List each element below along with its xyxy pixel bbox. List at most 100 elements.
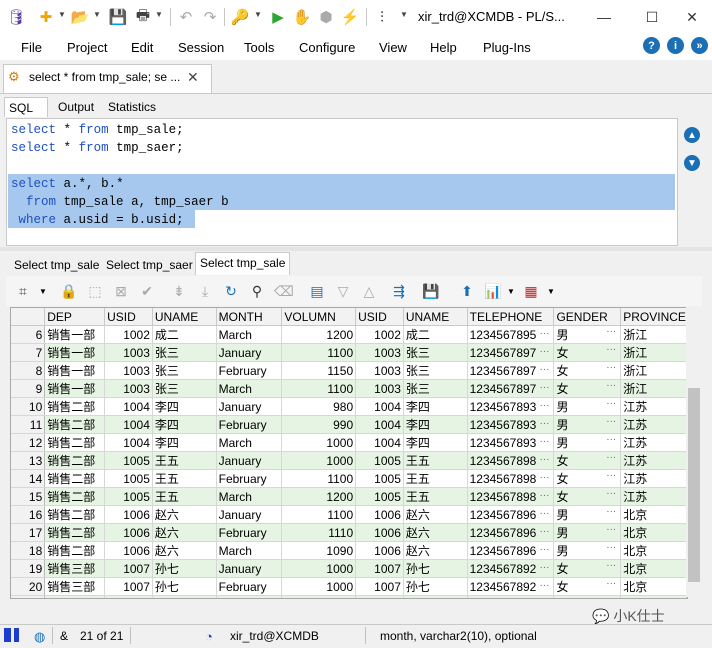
minimize-button[interactable]: — [590, 6, 618, 28]
table-cell[interactable]: 1100 [281, 505, 357, 524]
table-cell[interactable]: 孙七 [403, 595, 468, 598]
table-cell[interactable]: February [216, 523, 283, 542]
table-cell[interactable]: ··· 1234567893 [467, 433, 555, 452]
menu-plug-ins[interactable]: Plug-Ins [483, 40, 531, 55]
tab-statistics[interactable]: Statistics [104, 97, 160, 117]
table-cell[interactable]: March [216, 379, 283, 398]
cell-menu-dots[interactable]: ··· [606, 560, 618, 571]
table-cell[interactable]: 销售二部 [44, 469, 106, 488]
redo-icon[interactable]: ↷ [200, 7, 220, 27]
table-cell[interactable]: 孙七 [403, 559, 468, 578]
table-cell[interactable]: 1007 [355, 559, 404, 578]
table-cell[interactable]: March [216, 541, 283, 560]
table-cell[interactable]: 1005 [355, 469, 404, 488]
arrow-up-icon[interactable]: ▲ [684, 127, 700, 143]
table-cell[interactable]: 1006 [104, 505, 153, 524]
table-cell[interactable]: 北京 [620, 523, 687, 542]
table-cell[interactable]: 销售一部 [44, 379, 106, 398]
table-cell[interactable]: February [216, 469, 283, 488]
table-cell[interactable]: ··· 男 [553, 505, 622, 524]
column-header[interactable]: USID [355, 308, 404, 326]
table-row[interactable]: 12 销售二部 1004 李四 March 1000 1004 李四 ··· 1234567893… [11, 433, 687, 452]
table-cell[interactable]: 北京 [620, 595, 687, 598]
insert-record-icon[interactable]: ⬚ [86, 283, 104, 300]
menu-project[interactable]: Project [67, 40, 107, 55]
table-cell[interactable]: 1000 [281, 433, 357, 452]
cell-menu-dots[interactable]: ··· [606, 326, 618, 337]
chevron-down-icon[interactable]: ▼ [93, 10, 101, 19]
table-cell[interactable]: January [216, 505, 283, 524]
table-row[interactable]: 11 销售二部 1004 李四 February 990 1004 李四 ··· 12345678… [11, 415, 687, 434]
table-cell[interactable]: 1004 [104, 415, 153, 434]
table-row[interactable]: 7 销售一部 1003 张三 January 1100 1003 张三 ··· 123456789… [11, 343, 687, 362]
table-cell[interactable]: 李四 [403, 397, 468, 416]
cell-menu-dots[interactable]: ··· [606, 344, 618, 355]
settings-sliders-icon[interactable]: ⫶ [372, 7, 392, 27]
cell-menu-dots[interactable]: ··· [539, 418, 551, 429]
table-cell[interactable]: ··· 1234567896 [467, 523, 555, 542]
table-cell[interactable]: 北京 [620, 541, 687, 560]
table-cell[interactable]: 1007 [355, 577, 404, 596]
table-cell[interactable]: ···1234567892 [467, 595, 555, 599]
break-icon[interactable]: ⚡ [340, 7, 360, 27]
table-cell[interactable]: 1100 [281, 343, 357, 362]
column-header[interactable]: UNAME [403, 308, 468, 326]
column-header[interactable]: VOLUMN [281, 308, 357, 326]
menu-file[interactable]: File [21, 40, 42, 55]
chevron-down-icon[interactable]: ▼ [58, 10, 66, 19]
key-icon[interactable]: 🔑 [230, 7, 250, 27]
table-cell[interactable]: 王五 [403, 487, 468, 506]
table-cell[interactable]: 销售二部 [44, 433, 106, 452]
cell-menu-dots[interactable]: ··· [539, 328, 551, 339]
clear-icon[interactable]: ⌫ [274, 283, 294, 300]
table-row[interactable]: 19 销售三部 1007 孙七 January 1000 1007 孙七 ··· 12345678… [11, 559, 687, 578]
table-cell[interactable]: 1000 [281, 451, 357, 470]
table-cell[interactable]: ···1234567892 [467, 559, 555, 578]
info-icon[interactable]: i [667, 37, 684, 54]
undo-icon[interactable]: ↶ [176, 7, 196, 27]
table-cell[interactable]: ··· 1234567893 [467, 397, 555, 416]
column-header[interactable]: TELEPHONE [467, 308, 555, 326]
table-cell[interactable]: 1004 [355, 397, 404, 416]
cell-menu-dots[interactable]: ··· [606, 596, 618, 598]
save-icon[interactable]: 💾 [108, 7, 128, 27]
open-folder-icon[interactable]: 📂 [70, 7, 90, 27]
cell-menu-dots[interactable]: ··· [539, 598, 551, 599]
table-cell[interactable]: 1002 [104, 325, 153, 344]
table-cell[interactable]: January [216, 451, 283, 470]
result-tab-2[interactable]: Select tmp_saer [102, 255, 197, 275]
table-cell[interactable]: ··· 1234567898 [467, 451, 555, 470]
table-cell[interactable]: 1000 [281, 577, 357, 596]
triangle-down-icon[interactable]: ▽ [334, 283, 352, 300]
table-cell[interactable]: ··· 女 [553, 361, 622, 380]
menu-view[interactable]: View [379, 40, 407, 55]
table-cell[interactable]: 1003 [104, 379, 153, 398]
cell-menu-dots[interactable]: ··· [539, 508, 551, 519]
refresh-icon[interactable]: ↻ [222, 283, 240, 300]
table-cell[interactable]: ··· 女 [553, 469, 622, 488]
table-cell[interactable]: 浙江 [620, 343, 687, 362]
table-cell[interactable]: ··· 女 [553, 559, 622, 578]
cell-menu-dots[interactable]: ··· [606, 434, 618, 445]
table-cell[interactable]: ··· 男 [553, 433, 622, 452]
table-cell[interactable]: 张三 [152, 361, 217, 380]
table-cell[interactable]: 成二 [403, 325, 468, 344]
table-cell[interactable]: 1007 [355, 595, 404, 598]
database-icon[interactable]: 🛢 [6, 7, 26, 27]
table-cell[interactable]: ··· 男 [553, 523, 622, 542]
table-cell[interactable]: 1003 [104, 343, 153, 362]
table-cell[interactable]: 1007 [104, 577, 153, 596]
lock-icon[interactable]: 🔒 [60, 283, 78, 300]
table-cell[interactable]: 销售二部 [44, 541, 106, 560]
table-cell[interactable]: 北京 [620, 559, 687, 578]
table-cell[interactable]: ··· 1234567896 [467, 505, 555, 524]
cell-menu-dots[interactable]: ··· [539, 526, 551, 537]
new-icon[interactable]: ✚ [36, 7, 56, 27]
arrow-down-icon[interactable]: ▼ [684, 155, 700, 171]
table-cell[interactable]: 王五 [152, 469, 217, 488]
post-icon[interactable]: ✔ [138, 283, 156, 300]
cell-menu-dots[interactable]: ··· [606, 470, 618, 481]
menu-help[interactable]: Help [430, 40, 457, 55]
table-cell[interactable]: 王五 [152, 451, 217, 470]
table-cell[interactable]: 1006 [355, 523, 404, 542]
